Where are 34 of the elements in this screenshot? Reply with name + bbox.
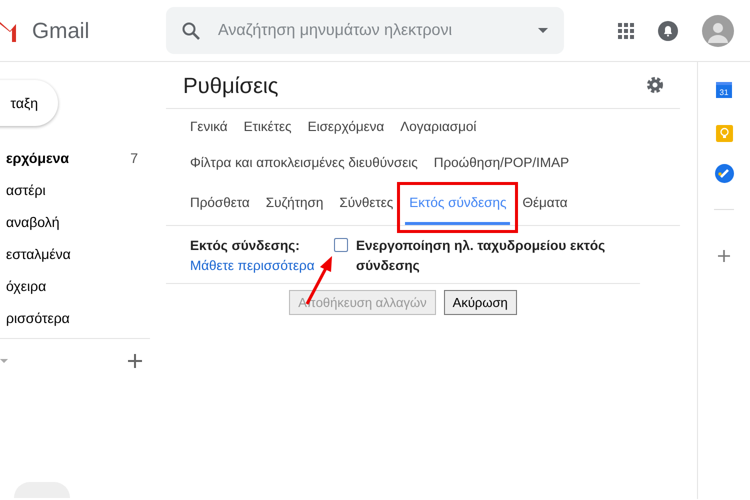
sidebar-item[interactable]: αναβολή [0,206,150,238]
settings-tab[interactable]: Θέματα [518,185,572,225]
settings-tab[interactable]: Εκτός σύνδεσης [405,185,510,225]
setting-label: Εκτός σύνδεσης: [190,237,301,255]
search-bar[interactable]: Αναζήτηση μηνυμάτων ηλεκτρονι [166,7,564,54]
compose-button[interactable]: ταξη [0,80,58,126]
apps-grid-icon[interactable] [618,22,634,38]
sidebar-item[interactable]: εσταλμένα [0,238,150,270]
settings-tab[interactable]: Σύνθετες [335,185,398,225]
sidebar-item[interactable]: ερχόμενα 7 [0,142,150,174]
settings-title: Ρυθμίσεις [183,72,278,100]
settings-icon[interactable] [646,76,664,94]
sidebar-item[interactable]: αστέρι [0,174,150,206]
search-input[interactable]: Αναζήτηση μηνυμάτων ηλεκτρονι [216,18,522,44]
task-check-icon[interactable] [714,164,734,183]
dropdown-caret-icon[interactable] [538,28,548,33]
app-name: Gmail [32,17,90,45]
offline-checkbox[interactable] [334,238,348,252]
learn-more-link[interactable]: Μάθετε περισσότερα [190,258,315,274]
calendar-icon[interactable]: 31 [716,82,732,98]
unread-count: 7 [130,148,138,168]
search-icon [182,22,200,40]
sidebar-item[interactable]: όχειρα [0,270,150,302]
notification-bell-icon[interactable] [658,20,678,40]
settings-tab[interactable]: Πρόσθετα [186,185,254,225]
plus-icon[interactable] [718,250,730,262]
checkbox-label: Ενεργοποίηση ηλ. ταχυδρομείου εκτός σύνδεσης [356,237,606,276]
caret-icon[interactable] [0,358,8,362]
plus-icon[interactable] [128,354,142,368]
avatar-icon[interactable] [702,14,734,46]
sidebar-item[interactable]: ρισσότερα [0,302,150,334]
cancel-button[interactable]: Ακύρωση [444,290,517,315]
settings-tab[interactable]: Συζήτηση [262,185,328,225]
mail-logo-icon [0,20,16,42]
